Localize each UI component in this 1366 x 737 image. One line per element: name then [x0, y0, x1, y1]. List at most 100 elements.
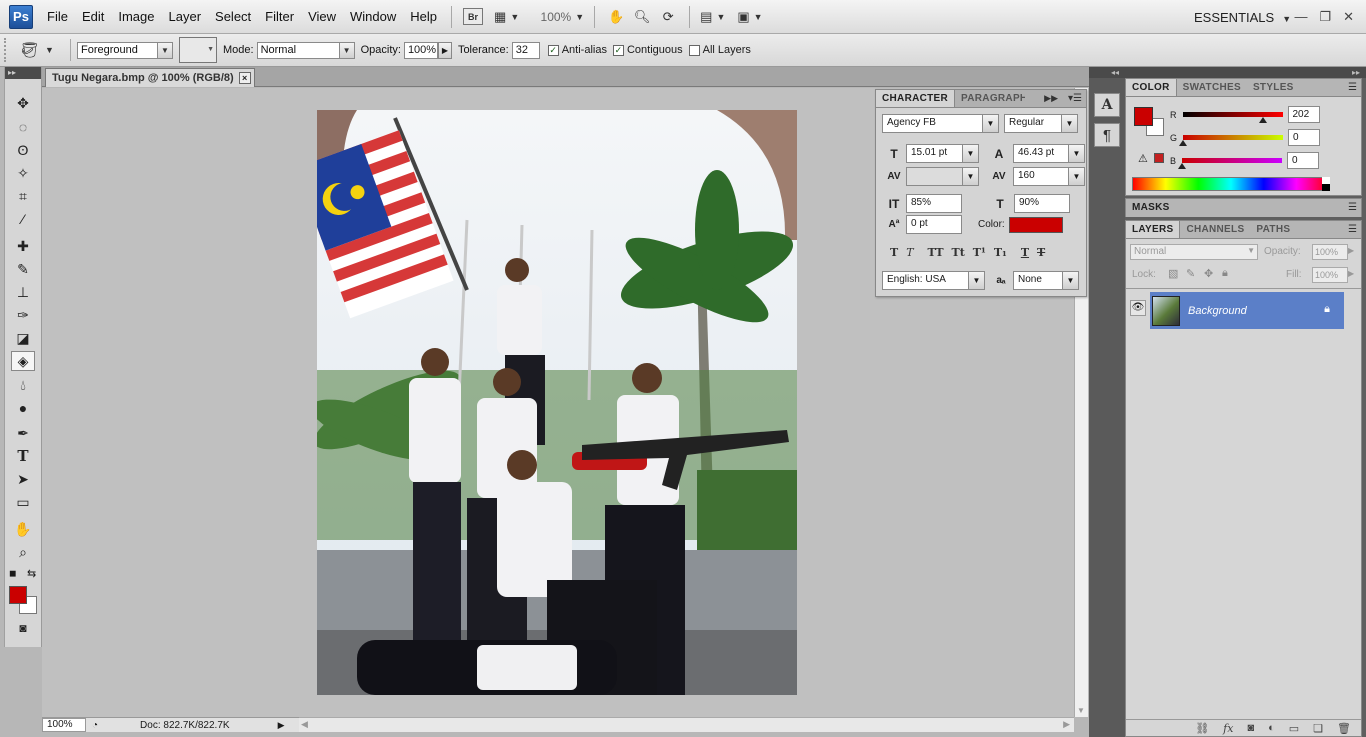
hand-tool-button[interactable]: ✋ — [605, 6, 627, 28]
pen-tool-icon[interactable]: ✒ — [11, 423, 35, 443]
layer-opacity-input[interactable]: 100% — [1312, 244, 1348, 260]
move-tool-icon[interactable]: ✥ — [11, 93, 35, 113]
scroll-right-icon[interactable]: ▶ — [1063, 719, 1070, 730]
layer-row-background[interactable]: Background 🔒︎ — [1150, 292, 1344, 329]
layer-opacity-arrow-icon[interactable]: ▶ — [1348, 246, 1354, 255]
baseline-shift-input[interactable]: 0 pt — [906, 215, 962, 234]
view-extras-button[interactable]: ▦ ▼ — [494, 6, 519, 28]
panel-collapse-icon[interactable]: ▶▶ — [1044, 93, 1058, 104]
menu-edit[interactable]: Edit — [82, 9, 104, 24]
dodge-tool-icon[interactable]: ● — [11, 398, 35, 418]
menu-filter[interactable]: Filter — [265, 9, 294, 24]
eraser-tool-icon[interactable]: ◪ — [11, 328, 35, 348]
strikethrough-button[interactable]: T — [1037, 246, 1045, 259]
menu-file[interactable]: File — [47, 9, 68, 24]
horizontal-scrollbar[interactable]: ◀ ▶ — [299, 717, 1074, 732]
options-grip[interactable] — [4, 38, 10, 62]
tab-character[interactable]: CHARACTER — [876, 90, 956, 107]
blue-slider[interactable] — [1178, 158, 1283, 169]
green-value-input[interactable]: 0 — [1288, 129, 1321, 146]
lasso-tool-icon[interactable]: ʘ — [11, 140, 35, 160]
gamut-warning-icon[interactable]: ⚠ — [1138, 152, 1148, 165]
scroll-left-icon[interactable]: ◀ — [301, 719, 308, 730]
magic-wand-tool-icon[interactable]: ✧ — [11, 163, 35, 183]
restore-icon[interactable]: ❐ — [1319, 9, 1331, 25]
document-tab[interactable]: Tugu Negara.bmp @ 100% (RGB/8) × — [45, 68, 255, 87]
arrange-documents-button[interactable]: ▤ ▼ — [700, 6, 725, 28]
red-value-input[interactable]: 202 — [1287, 106, 1320, 123]
screen-mode-button[interactable]: ▣ ▼ — [737, 6, 762, 28]
marquee-tool-icon[interactable]: ◌ — [11, 117, 35, 137]
minimize-icon[interactable]: — — [1294, 9, 1307, 25]
layer-fill-input[interactable]: 100% — [1312, 267, 1348, 283]
foreground-color-swatch[interactable] — [9, 586, 27, 604]
new-group-icon[interactable]: ▭ — [1289, 722, 1299, 735]
adjustment-layer-icon[interactable]: ◐ — [1268, 722, 1275, 734]
tab-styles[interactable]: STYLES — [1247, 79, 1300, 96]
default-colors-icon[interactable]: ◼ — [9, 568, 16, 579]
green-slider[interactable] — [1179, 135, 1284, 146]
faux-italic-button[interactable]: T — [906, 246, 913, 259]
tab-paths[interactable]: PATHS — [1250, 221, 1296, 238]
zoom-tool-icon[interactable]: ⌕ — [11, 542, 35, 562]
font-style-select[interactable]: Regular ▼ — [1004, 114, 1078, 133]
contiguous-checkbox[interactable]: ✓ — [612, 44, 624, 56]
antialias-checkbox[interactable]: ✓ — [547, 44, 559, 56]
all-layers-checkbox[interactable] — [688, 44, 700, 56]
menu-help[interactable]: Help — [410, 9, 437, 24]
opacity-input[interactable]: 100% — [403, 41, 438, 59]
menu-view[interactable]: View — [308, 9, 336, 24]
tab-swatches[interactable]: SWATCHES — [1177, 79, 1247, 96]
leading-input[interactable]: 46.43 pt ▼ — [1013, 144, 1085, 163]
path-selection-tool-icon[interactable]: ➤ — [11, 469, 35, 489]
small-caps-button[interactable]: Tt — [952, 246, 965, 259]
panel-menu-icon[interactable]: ☰ — [1348, 82, 1357, 93]
brush-tool-icon[interactable]: ✎ — [11, 259, 35, 279]
shape-tool-icon[interactable]: ▭ — [11, 492, 35, 512]
menu-window[interactable]: Window — [350, 9, 396, 24]
blue-slider-thumb[interactable] — [1178, 163, 1187, 169]
underline-button[interactable]: T — [1021, 246, 1029, 259]
status-menu-icon[interactable]: ▶ — [278, 720, 285, 731]
workspace-switcher[interactable]: ESSENTIALS ▼ — [1194, 10, 1291, 25]
paragraph-panel-icon[interactable]: ¶ — [1094, 123, 1120, 147]
clone-stamp-tool-icon[interactable]: ⊥ — [11, 282, 35, 302]
antialias-method-select[interactable]: None ▼ — [1013, 271, 1079, 290]
type-tool-icon[interactable]: T — [11, 446, 35, 466]
green-slider-thumb[interactable] — [1179, 140, 1188, 146]
layer-visibility-eye-icon[interactable]: 👁︎ — [1130, 300, 1146, 316]
menu-select[interactable]: Select — [215, 9, 251, 24]
swap-colors-icon[interactable]: ⇆ — [27, 567, 36, 580]
red-slider[interactable] — [1182, 112, 1283, 123]
blue-value-input[interactable]: 0 — [1287, 152, 1320, 169]
text-color-swatch[interactable] — [1008, 216, 1063, 233]
rotate-view-button[interactable]: ⟳ — [657, 6, 679, 28]
pattern-picker[interactable]: ▼ — [179, 37, 217, 63]
font-size-input[interactable]: 15.01 pt ▼ — [906, 144, 979, 163]
mode-select[interactable]: Normal ▼ — [256, 41, 355, 59]
panel-foreground-color-swatch[interactable] — [1134, 107, 1153, 126]
opacity-slider-button[interactable]: ▶ — [437, 41, 452, 59]
tab-paragraph[interactable]: PARAGRAPH — [955, 90, 1025, 107]
red-slider-thumb[interactable] — [1258, 117, 1267, 123]
font-family-select[interactable]: Agency FB ▼ — [882, 114, 999, 133]
status-zoom-input[interactable]: 100% — [42, 718, 86, 732]
tab-channels[interactable]: CHANNELS — [1180, 221, 1250, 238]
panel-menu-icon[interactable]: ☰ — [1348, 224, 1357, 235]
tab-color[interactable]: COLOR — [1126, 79, 1177, 96]
tool-preset-picker[interactable]: 🪣︎ ▼ — [20, 41, 58, 59]
bridge-button[interactable]: Br — [462, 6, 484, 28]
all-caps-button[interactable]: TT — [928, 246, 944, 259]
tools-collapse-icon[interactable]: ▸▸ — [5, 67, 41, 79]
lock-image-icon[interactable]: ✎ — [1186, 267, 1195, 280]
subscript-button[interactable]: T₁ — [994, 246, 1007, 259]
horizontal-scale-input[interactable]: 90% — [1014, 194, 1070, 213]
tab-masks[interactable]: MASKS — [1126, 199, 1176, 216]
delete-layer-icon[interactable]: 🗑︎ — [1337, 722, 1351, 735]
black-white-ramp[interactable] — [1322, 177, 1330, 191]
panel-menu-icon[interactable]: ☰ — [1348, 202, 1357, 213]
color-spectrum-ramp[interactable] — [1132, 177, 1330, 191]
panel-menu-icon[interactable]: ▾☰ — [1068, 93, 1082, 104]
history-brush-tool-icon[interactable]: ✑ — [11, 305, 35, 325]
layer-style-fx-icon[interactable]: fx — [1223, 722, 1233, 735]
